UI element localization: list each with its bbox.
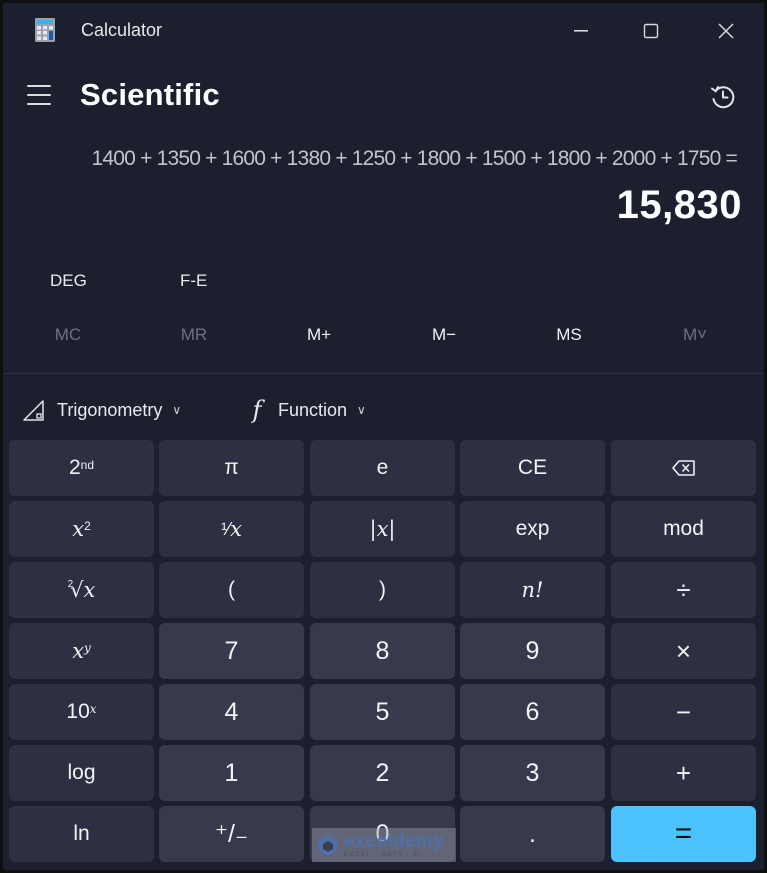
second-function-button[interactable]: 2nd	[9, 440, 154, 496]
key-superscript: 2	[67, 578, 74, 590]
memory-store-button[interactable]: MS	[506, 325, 632, 345]
triangle-ruler-icon	[23, 400, 44, 421]
mode-row: DEG F-E	[3, 271, 764, 301]
navigation-menu-button[interactable]	[27, 85, 55, 107]
close-button[interactable]	[703, 11, 749, 51]
result-display: 15,830	[616, 183, 742, 227]
function-f-icon: f	[252, 396, 262, 424]
memory-subtract-button[interactable]: M−	[381, 325, 507, 345]
divider	[3, 373, 764, 374]
backspace-button[interactable]	[611, 440, 756, 496]
euler-button[interactable]: e	[310, 440, 455, 496]
digit-3-button[interactable]: 3	[460, 745, 605, 801]
key-label: x	[230, 517, 242, 541]
clear-entry-button[interactable]: CE	[460, 440, 605, 496]
digit-7-button[interactable]: 7	[159, 623, 304, 679]
calculator-mode-title: Scientific	[80, 77, 220, 112]
angle-unit-button[interactable]: DEG	[50, 271, 87, 291]
digit-5-button[interactable]: 5	[310, 684, 455, 740]
calculator-app-icon	[35, 18, 55, 42]
close-paren-button[interactable]: )	[310, 562, 455, 618]
chevron-down-icon: ∨	[172, 403, 182, 417]
digit-9-button[interactable]: 9	[460, 623, 605, 679]
backspace-icon	[671, 460, 695, 476]
hamburger-line	[27, 94, 51, 96]
fe-toggle-button[interactable]: F-E	[180, 271, 207, 291]
key-label: 2	[68, 456, 81, 479]
trigonometry-dropdown[interactable]: Trigonometry ∨	[21, 393, 181, 427]
trigonometry-label: Trigonometry	[57, 399, 163, 420]
digit-4-button[interactable]: 4	[159, 684, 304, 740]
minimize-button[interactable]	[558, 11, 604, 51]
memory-list-button[interactable]: M˅	[632, 325, 758, 345]
function-dropdown[interactable]: f Function ∨	[246, 393, 366, 427]
open-paren-button[interactable]: (	[159, 562, 304, 618]
key-label: x	[72, 517, 85, 541]
history-button[interactable]	[705, 79, 741, 115]
digit-1-button[interactable]: 1	[159, 745, 304, 801]
natural-log-button[interactable]: ln	[9, 806, 154, 862]
function-bar: Trigonometry ∨ f Function ∨	[3, 393, 764, 427]
memory-row: MC MR M+ M− MS M˅	[3, 325, 764, 355]
hamburger-line	[27, 103, 51, 105]
subtract-button[interactable]: −	[611, 684, 756, 740]
memory-add-button[interactable]: M+	[256, 325, 382, 345]
memory-clear-button[interactable]: MC	[5, 325, 131, 345]
factorial-button[interactable]: n!	[460, 562, 605, 618]
maximize-icon	[643, 23, 659, 39]
minimize-icon	[574, 30, 588, 32]
log-button[interactable]: log	[9, 745, 154, 801]
close-icon	[718, 23, 734, 39]
key-label: ¹⁄	[221, 518, 231, 539]
maximize-button[interactable]	[628, 11, 674, 51]
square-button[interactable]: x2	[9, 501, 154, 557]
ten-power-button[interactable]: 10 x	[9, 684, 154, 740]
history-icon	[711, 86, 735, 109]
memory-recall-button[interactable]: MR	[131, 325, 257, 345]
chevron-down-icon: ∨	[357, 403, 366, 417]
digit-0-button[interactable]: 0	[310, 806, 455, 862]
decimal-button[interactable]: .	[460, 806, 605, 862]
digit-8-button[interactable]: 8	[310, 623, 455, 679]
key-label: n!	[521, 578, 544, 602]
expression-display: 1400 + 1350 + 1600 + 1380 + 1250 + 1800 …	[91, 147, 738, 170]
key-label: 10	[66, 700, 90, 723]
pi-button[interactable]: π	[159, 440, 304, 496]
absolute-value-button[interactable]: |x|	[310, 501, 455, 557]
key-superscript: y	[84, 641, 91, 655]
power-button[interactable]: xy	[9, 623, 154, 679]
digit-6-button[interactable]: 6	[460, 684, 605, 740]
title-bar: Calculator	[3, 3, 764, 57]
calculator-window: Calculator Scientific 1400 + 1350 + 1600…	[3, 3, 764, 870]
key-superscript: 2	[84, 519, 91, 533]
digit-2-button[interactable]: 2	[310, 745, 455, 801]
hamburger-menu-icon	[27, 85, 51, 87]
header: Scientific	[3, 65, 764, 125]
window-title: Calculator	[81, 20, 163, 40]
square-root-button[interactable]: 2 √x	[9, 562, 154, 618]
key-label: √x	[70, 578, 96, 602]
divide-button[interactable]: ÷	[611, 562, 756, 618]
reciprocal-button[interactable]: ¹⁄ x	[159, 501, 304, 557]
key-label: |x|	[369, 517, 396, 541]
function-label: Function	[278, 399, 348, 420]
key-superscript: x	[89, 702, 97, 716]
multiply-button[interactable]: ×	[611, 623, 756, 679]
equals-button[interactable]: =	[611, 806, 756, 862]
add-button[interactable]: +	[611, 745, 756, 801]
key-superscript: nd	[80, 458, 95, 472]
mod-button[interactable]: mod	[611, 501, 756, 557]
exp-button[interactable]: exp	[460, 501, 605, 557]
negate-button[interactable]: ⁺/₋	[159, 806, 304, 862]
key-label: x	[72, 639, 85, 663]
